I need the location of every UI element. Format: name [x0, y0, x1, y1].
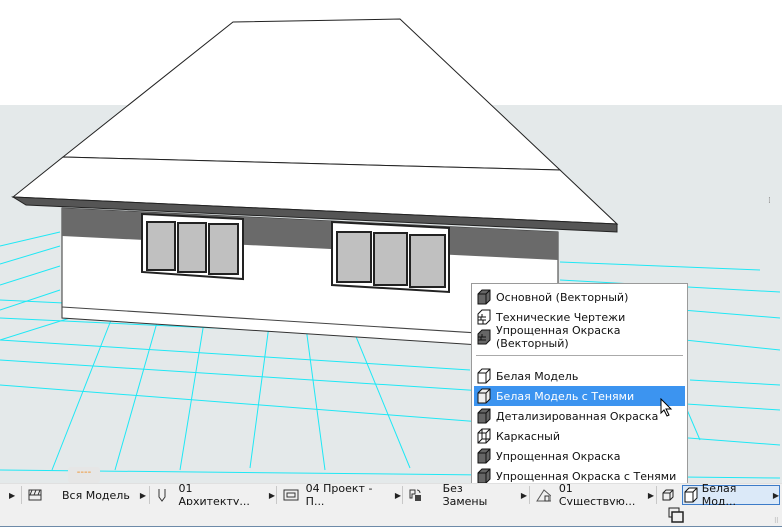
white-block-icon — [477, 368, 491, 384]
layer-icon — [158, 489, 166, 502]
house-icon — [536, 489, 551, 502]
scroll-left-button[interactable]: ▶ — [9, 484, 15, 506]
window-left — [141, 212, 244, 281]
white-block-icon — [684, 487, 698, 503]
resize-handle[interactable]: ⁞ — [768, 197, 774, 228]
windows-icon[interactable] — [668, 507, 684, 523]
mouse-cursor-icon — [660, 398, 673, 417]
resize-grip-icon[interactable]: ⠿ — [774, 517, 779, 525]
menu-item-simple-shading-vector[interactable]: Упрощенная Окраска (Векторный) — [474, 324, 685, 350]
menu-item-white-model-shadows[interactable]: Белая Модель с Тенями — [474, 386, 685, 406]
orange-marker: ---- — [68, 467, 100, 483]
menu-separator — [476, 355, 683, 356]
menu-item-simple-shading[interactable]: Упрощенная Окраска — [474, 446, 685, 466]
menu-item-white-model[interactable]: Белая Модель — [474, 366, 685, 386]
shaded-block-icon — [477, 448, 491, 464]
white-block-shadow-icon — [477, 388, 491, 404]
wireframe-icon — [477, 428, 491, 444]
shaded-block-icon — [477, 289, 491, 305]
shaded-block-icon — [477, 408, 491, 424]
override-icon — [409, 489, 421, 501]
bottom-bar: ⠿ — [0, 505, 782, 527]
layer-combo-dropdown[interactable]: 01 Архитекту... ▶ — [157, 482, 275, 508]
status-bar: ▶ Вся Модель ▶ 01 Архитекту... ▶ 04 Проект… — [0, 482, 782, 508]
menu-item-detailed-shading[interactable]: Детализированная Окраска — [474, 406, 685, 426]
override-dropdown[interactable]: Без Замены ▶ — [409, 482, 527, 508]
brick-outline-icon — [477, 309, 491, 325]
menu-item-wireframe[interactable]: Каркасный — [474, 426, 685, 446]
3d-style-dropdown[interactable]: Белая Мод... ▶ — [682, 482, 780, 508]
pen-set-icon — [283, 489, 299, 501]
model-filter-dropdown[interactable]: Вся Модель ▶ — [28, 484, 146, 506]
3d-view-icon[interactable] — [662, 484, 674, 506]
renovation-filter-dropdown[interactable]: 01 Существую... ▶ — [536, 482, 654, 508]
3d-style-menu: Основной (Векторный) Технические Чертежи… — [471, 283, 688, 487]
pen-set-dropdown[interactable]: 04 Проект - П... ▶ — [283, 482, 401, 508]
menu-item-basic-vector[interactable]: Основной (Векторный) — [474, 287, 685, 307]
model-view-icon — [28, 489, 42, 501]
brick-shaded-icon — [477, 329, 491, 345]
window-right — [331, 220, 450, 294]
